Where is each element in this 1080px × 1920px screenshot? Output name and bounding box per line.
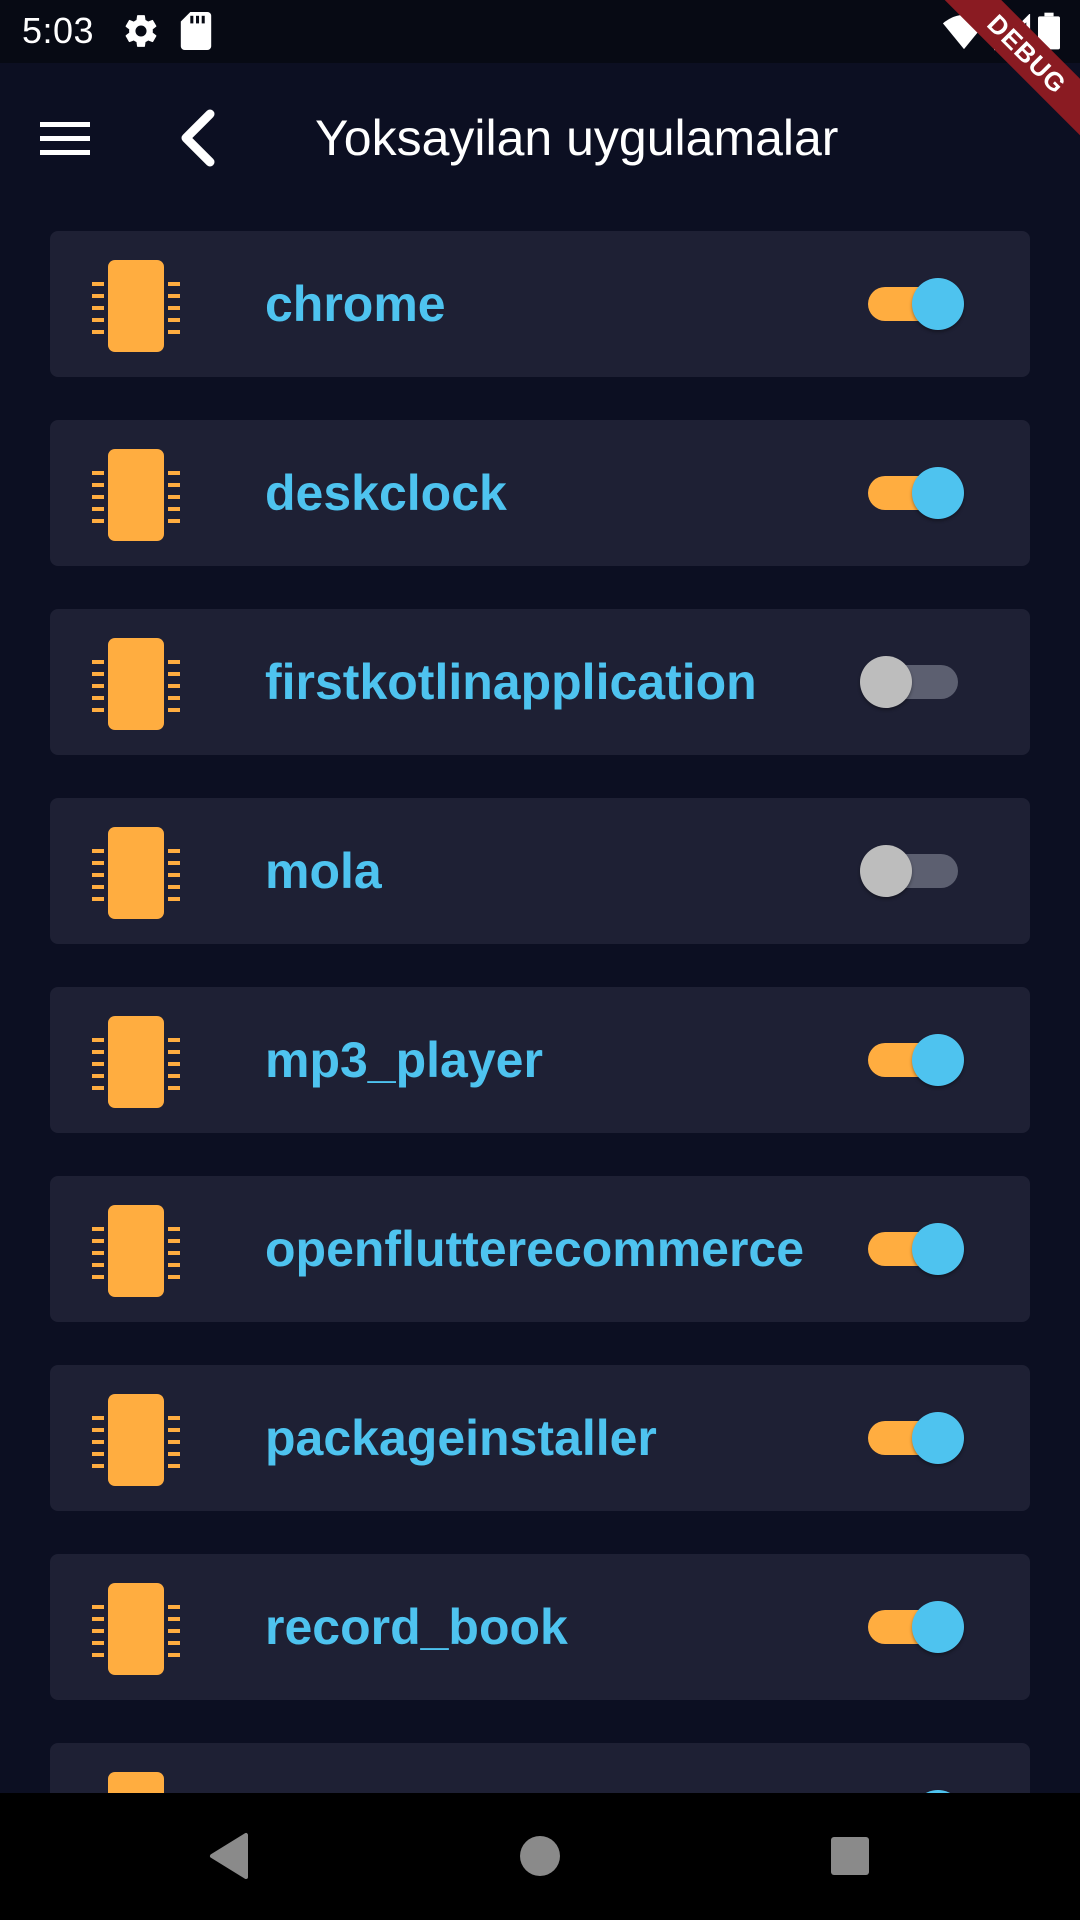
toggle-thumb <box>860 656 912 708</box>
app-name: packageinstaller <box>265 1410 657 1466</box>
back-button[interactable] <box>170 108 230 168</box>
app-row[interactable]: record_book <box>50 1554 1030 1700</box>
app-bar: Yoksayilan uygulamalar <box>0 63 1080 213</box>
gear-icon <box>122 12 160 55</box>
back-icon <box>181 109 215 167</box>
menu-icon <box>40 122 90 155</box>
ignore-toggle-switch[interactable] <box>860 1033 964 1087</box>
app-row[interactable] <box>50 1743 1030 1793</box>
nav-back-button[interactable] <box>200 1821 270 1891</box>
app-row[interactable]: mp3_player <box>50 987 1030 1133</box>
toggle-thumb <box>912 1412 964 1464</box>
chip-icon <box>90 638 182 730</box>
chip-icon <box>90 1772 182 1793</box>
chip-icon <box>90 1583 182 1675</box>
toggle-thumb <box>912 1223 964 1275</box>
app-row[interactable]: deskclock <box>50 420 1030 566</box>
app-name: chrome <box>265 276 446 332</box>
app-row[interactable]: packageinstaller <box>50 1365 1030 1511</box>
toggle-thumb <box>912 1601 964 1653</box>
app-row[interactable]: firstkotlinapplication <box>50 609 1030 755</box>
chip-icon <box>90 1205 182 1297</box>
app-name: deskclock <box>265 465 507 521</box>
app-row[interactable]: openflutterecommerce <box>50 1176 1030 1322</box>
status-time: 5:03 <box>22 10 95 51</box>
nav-recents-button[interactable] <box>815 1821 885 1891</box>
menu-button[interactable] <box>40 108 106 168</box>
chip-icon <box>90 827 182 919</box>
app-name: record_book <box>265 1599 568 1655</box>
toggle-thumb <box>912 278 964 330</box>
toggle-thumb <box>860 845 912 897</box>
app-row[interactable]: mola <box>50 798 1030 944</box>
app-name: firstkotlinapplication <box>265 654 757 710</box>
ignore-toggle-switch[interactable] <box>860 466 964 520</box>
ignore-toggle-switch[interactable] <box>860 277 964 331</box>
screen: 5:03 DEBUG Yoksayilan uygulamalar chrome… <box>0 0 1080 1920</box>
home-nav-icon <box>520 1836 560 1876</box>
chip-icon <box>90 260 182 352</box>
navigation-bar <box>0 1793 1080 1920</box>
chip-icon <box>90 449 182 541</box>
ignored-apps-list[interactable]: chrome deskclock firstkotlinapplication mol… <box>50 231 1030 1793</box>
ignore-toggle-switch[interactable] <box>860 844 964 898</box>
app-name <box>265 1743 845 1793</box>
toggle-thumb <box>912 467 964 519</box>
ignore-toggle-switch[interactable] <box>860 1600 964 1654</box>
recents-nav-icon <box>831 1837 869 1875</box>
app-name: mp3_player <box>265 1032 543 1088</box>
ignore-toggle-switch[interactable] <box>860 1222 964 1276</box>
app-name: mola <box>265 843 382 899</box>
app-name: openflutterecommerce <box>265 1221 805 1277</box>
app-row[interactable]: chrome <box>50 231 1030 377</box>
chip-icon <box>90 1394 182 1486</box>
sd-card-icon <box>180 12 212 55</box>
page-title: Yoksayilan uygulamalar <box>315 110 839 166</box>
nav-home-button[interactable] <box>505 1821 575 1891</box>
ignore-toggle-switch[interactable] <box>860 655 964 709</box>
toggle-thumb <box>912 1034 964 1086</box>
status-bar: 5:03 DEBUG <box>0 0 1080 150</box>
back-nav-icon <box>210 1833 248 1879</box>
ignore-toggle-switch[interactable] <box>860 1411 964 1465</box>
chip-icon <box>90 1016 182 1108</box>
